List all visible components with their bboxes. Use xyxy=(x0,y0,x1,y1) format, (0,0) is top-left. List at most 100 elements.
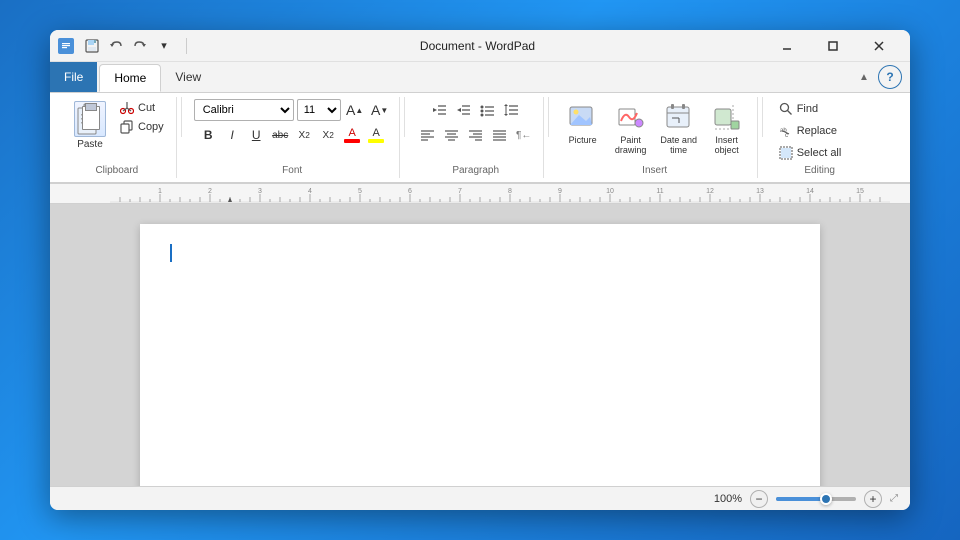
copy-label: Copy xyxy=(138,121,164,133)
ribbon-collapse-button[interactable]: ▲ xyxy=(854,67,874,87)
save-qat-button[interactable] xyxy=(82,36,102,56)
font-label: Font xyxy=(282,163,302,176)
clipboard-content: Paste Cut xyxy=(66,99,168,163)
svg-text:4: 4 xyxy=(308,188,312,195)
highlight-button[interactable]: A xyxy=(365,124,387,146)
date-time-label: Date and time xyxy=(659,135,699,155)
insert-object-icon xyxy=(711,101,743,133)
svg-text:14: 14 xyxy=(806,188,814,195)
copy-button[interactable]: Copy xyxy=(116,118,168,136)
font-content: Calibri 11 A▲ A▼ B I U abc X2 xyxy=(194,99,391,163)
zoom-plus-button[interactable]: + xyxy=(864,490,882,508)
svg-text:10: 10 xyxy=(606,188,614,195)
font-row2: B I U abc X2 X2 A xyxy=(197,124,387,146)
cut-button[interactable]: Cut xyxy=(116,99,168,117)
strikethrough-button[interactable]: abc xyxy=(269,124,291,146)
para-row2: ¶← xyxy=(417,124,535,146)
align-left-button[interactable] xyxy=(417,124,439,146)
paragraph-content: ¶← xyxy=(417,99,535,163)
date-time-button[interactable]: Date and time xyxy=(657,99,701,157)
zoom-percentage: 100% xyxy=(714,493,742,505)
svg-text:3: 3 xyxy=(258,188,262,195)
insert-object-label: Insert object xyxy=(707,135,747,155)
undo-qat-button[interactable] xyxy=(106,36,126,56)
quick-access-toolbar: ▾ xyxy=(58,36,174,56)
redo-qat-button[interactable] xyxy=(130,36,150,56)
app-icon xyxy=(58,38,74,54)
paint-drawing-button[interactable]: Paint drawing xyxy=(609,99,653,157)
maximize-button[interactable] xyxy=(810,30,856,62)
ruler: 1 2 3 4 5 6 7 8 9 10 11 12 13 14 15 xyxy=(50,184,910,204)
document-page[interactable] xyxy=(140,224,820,486)
align-right-button[interactable] xyxy=(465,124,487,146)
ribbon: File Home View ▲ ? xyxy=(50,62,910,184)
svg-text:9: 9 xyxy=(558,188,562,195)
resize-icon: ⤢ xyxy=(890,493,898,504)
copy-icon xyxy=(120,120,134,134)
font-group: Calibri 11 A▲ A▼ B I U abc X2 xyxy=(186,97,400,178)
paragraph-label: Paragraph xyxy=(452,163,499,176)
ribbon-tabs: File Home View ▲ ? xyxy=(50,62,910,93)
find-button[interactable]: Find xyxy=(775,99,865,119)
para-row1 xyxy=(429,99,523,121)
tab-file[interactable]: File xyxy=(50,62,97,92)
wordpad-window: ▾ Document - WordPad File Home View ▲ ? xyxy=(50,30,910,510)
justify-button[interactable] xyxy=(489,124,511,146)
zoom-minus-button[interactable]: − xyxy=(750,490,768,508)
font-size-select[interactable]: 11 xyxy=(297,99,341,121)
font-shrink-button[interactable]: A▼ xyxy=(369,99,391,121)
statusbar: 100% − + ⤢ xyxy=(50,486,910,510)
tab-home[interactable]: Home xyxy=(99,64,161,92)
superscript-button[interactable]: X2 xyxy=(317,124,339,146)
insert-object-button[interactable]: Insert object xyxy=(705,99,749,157)
select-all-icon xyxy=(779,146,793,160)
zoom-slider[interactable] xyxy=(776,497,856,501)
increase-indent-button[interactable] xyxy=(453,99,475,121)
align-center-button[interactable] xyxy=(441,124,463,146)
find-label: Find xyxy=(797,103,818,115)
bullets-button[interactable] xyxy=(477,99,499,121)
paste-icon xyxy=(74,101,106,137)
minimize-button[interactable] xyxy=(764,30,810,62)
font-grow-button[interactable]: A▲ xyxy=(344,99,366,121)
svg-text:2: 2 xyxy=(208,188,212,195)
help-button[interactable]: ? xyxy=(878,65,902,89)
picture-icon xyxy=(567,101,599,133)
svg-text:15: 15 xyxy=(856,188,864,195)
cut-copy-buttons: Cut Copy xyxy=(116,99,168,136)
svg-text:11: 11 xyxy=(656,188,663,195)
line-spacing-button[interactable] xyxy=(501,99,523,121)
bold-button[interactable]: B xyxy=(197,124,219,146)
rtl-button[interactable]: ¶← xyxy=(513,124,535,146)
font-row1: Calibri 11 A▲ A▼ xyxy=(194,99,391,121)
font-name-select[interactable]: Calibri xyxy=(194,99,294,121)
font-color-button[interactable]: A xyxy=(341,124,363,146)
select-all-button[interactable]: Select all xyxy=(775,143,865,163)
picture-button[interactable]: Picture xyxy=(561,99,605,147)
svg-text:5: 5 xyxy=(358,188,362,195)
document-area[interactable] xyxy=(50,204,910,486)
datetime-icon xyxy=(663,101,695,133)
decrease-indent-button[interactable] xyxy=(429,99,451,121)
paste-button[interactable]: Paste xyxy=(66,99,114,151)
select-all-label: Select all xyxy=(797,147,842,159)
scissors-icon xyxy=(120,101,134,115)
window-title: Document - WordPad xyxy=(191,39,764,53)
close-button[interactable] xyxy=(856,30,902,62)
replace-label: Replace xyxy=(797,125,837,137)
zoom-slider-fill xyxy=(776,497,826,501)
italic-button[interactable]: I xyxy=(221,124,243,146)
paint-drawing-label: Paint drawing xyxy=(611,135,651,155)
replace-icon: ab c xyxy=(779,124,793,138)
text-cursor xyxy=(170,244,172,262)
subscript-button[interactable]: X2 xyxy=(293,124,315,146)
svg-text:13: 13 xyxy=(756,188,764,195)
ribbon-content: Paste Cut xyxy=(50,93,910,183)
tab-view[interactable]: View xyxy=(161,63,215,91)
underline-button[interactable]: U xyxy=(245,124,267,146)
zoom-slider-thumb[interactable] xyxy=(820,493,832,505)
qat-dropdown-button[interactable]: ▾ xyxy=(154,36,174,56)
replace-button[interactable]: ab c Replace xyxy=(775,121,865,141)
titlebar-separator xyxy=(186,38,187,54)
svg-text:6: 6 xyxy=(408,188,412,195)
